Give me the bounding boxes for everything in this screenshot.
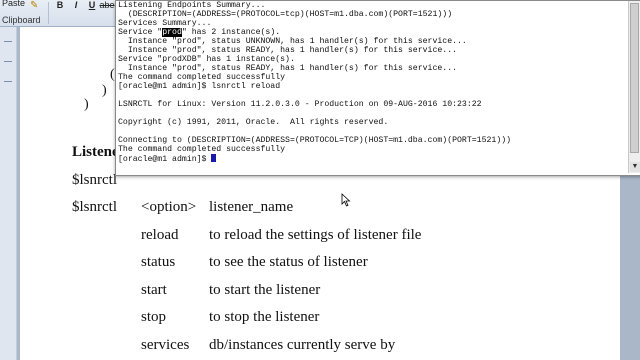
code-paren: ) [102,83,107,98]
terminal-scrollbar[interactable]: ▼ [628,1,640,173]
bold-button[interactable]: B [54,0,66,10]
terminal-line: Connecting to (DESCRIPTION=(ADDRESS=(PRO… [118,136,512,145]
italic-button[interactable]: I [70,0,82,10]
terminal-line: The command completed successfully [118,145,286,154]
scrollbar-thumb[interactable] [630,3,639,153]
terminal-line: The command completed successfully [118,73,286,82]
terminal-output[interactable]: Listening Endpoints Summary... (DESCRIPT… [118,1,626,173]
terminal-line: Service "prodXDB" has 1 instance(s). [118,55,295,64]
section-heading: Listene [72,144,119,160]
clipboard-group-label: Clipboard [2,15,41,25]
mouse-pointer-icon [341,193,351,207]
command-syntax: $lsnrctl [72,199,117,215]
terminal-line: Instance "prod", status READY, has 1 han… [118,64,458,73]
selected-text[interactable]: prod [162,28,182,37]
option-cmd: services [141,337,190,353]
option-desc: to reload the settings of listener file [209,227,422,243]
syntax-option: <option> [141,199,197,215]
terminal-cursor [211,154,217,162]
code-paren: ( [110,67,115,82]
terminal-line: Services Summary... [118,19,212,28]
underline-button[interactable]: U [86,0,98,10]
option-cmd: status [141,254,176,270]
option-cmd: stop [141,309,167,325]
option-cmd: start [141,282,167,298]
option-desc: to start the listener [209,282,321,298]
syntax-listener-name: listener_name [209,199,294,215]
command-line: $lsnrctl [72,172,117,188]
terminal-window[interactable]: Listening Endpoints Summary... (DESCRIPT… [115,0,640,176]
strikethrough-button[interactable]: abe [99,0,115,10]
terminal-line: [oracle@m1 admin]$ lsnrctl reload [118,82,281,91]
terminal-line: Service "prod" has 2 instance(s). [118,28,281,37]
paste-button[interactable]: Paste [2,0,25,8]
terminal-line: Copyright (c) 1991, 2011, Oracle. All ri… [118,118,389,127]
vertical-ruler [0,27,17,360]
terminal-line: Instance "prod", status READY, has 1 han… [118,46,458,55]
ribbon-separator [48,2,49,24]
terminal-line: Instance "prod", status UNKNOWN, has 1 h… [118,37,467,46]
terminal-line: Listening Endpoints Summary... [118,1,266,10]
option-desc: to see the status of listener [209,254,368,270]
code-paren: ) [84,97,89,112]
option-desc: db/instances currently serve by [209,337,396,353]
terminal-line: LSNRCTL for Linux: Version 11.2.0.3.0 - … [118,100,482,109]
option-desc: to stop the listener [209,309,320,325]
terminal-line: [oracle@m1 admin]$ [118,154,626,164]
scroll-down-icon[interactable]: ▼ [630,162,640,172]
terminal-line: (DESCRIPTION=(ADDRESS=(PROTOCOL=tcp)(HOS… [118,10,453,19]
option-cmd: reload [141,227,179,243]
format-painter-icon[interactable]: ✎ [30,0,42,11]
